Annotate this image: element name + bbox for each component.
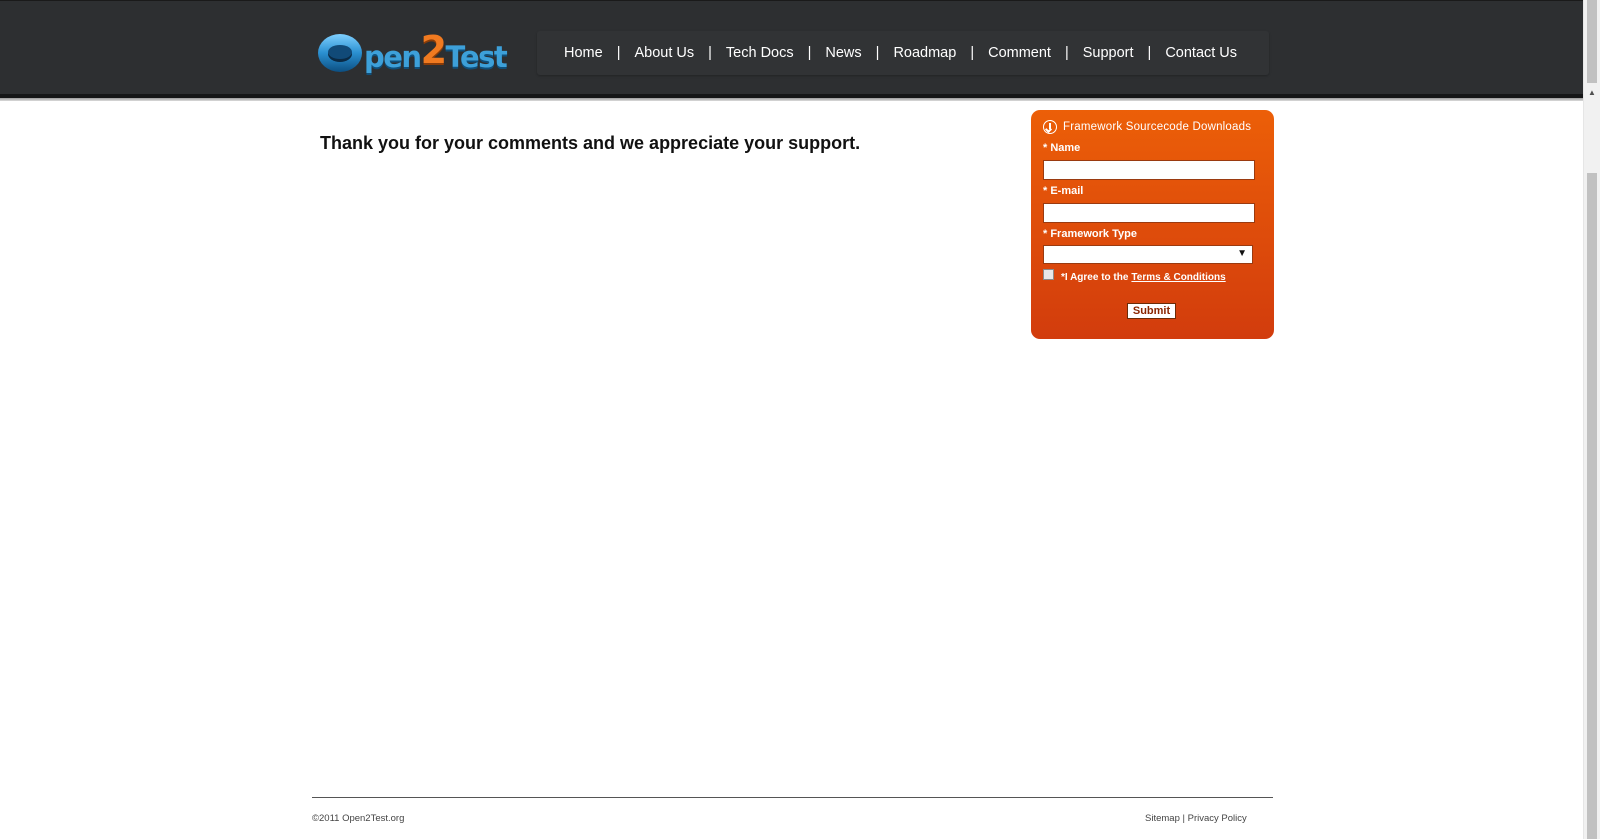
dropdown-arrow-icon: ▼	[1237, 248, 1247, 259]
nav-separator: |	[616, 45, 621, 61]
agree-checkbox[interactable]	[1043, 269, 1054, 280]
logo-ring-icon	[318, 34, 362, 72]
main-navigation: Home | About Us | Tech Docs | News | Roa…	[537, 31, 1269, 75]
download-form-title: Framework Sourcecode Downloads	[1063, 121, 1252, 133]
nav-home[interactable]: Home	[564, 45, 603, 61]
thank-you-message: Thank you for your comments and we appre…	[320, 133, 861, 153]
header-divider-shade	[0, 98, 1583, 101]
nav-separator: |	[708, 45, 712, 61]
nav-news[interactable]: News	[825, 45, 861, 61]
nav-separator: |	[970, 45, 975, 61]
download-form-header: Framework Sourcecode Downloads	[1043, 120, 1251, 134]
footer-links: Sitemap | Privacy Policy	[1145, 813, 1247, 824]
open2test-logo[interactable]: pen2Test	[316, 28, 508, 76]
vertical-scrollbar[interactable]: ▲	[1583, 0, 1600, 839]
nav-contact-us[interactable]: Contact Us	[1165, 45, 1237, 61]
submit-button[interactable]: Submit	[1127, 303, 1176, 319]
framework-type-label: * Framework Type	[1043, 228, 1137, 240]
footer-privacy-link[interactable]: Privacy Policy	[1188, 813, 1247, 824]
name-field[interactable]	[1043, 160, 1255, 180]
download-icon	[1043, 120, 1057, 134]
nav-support[interactable]: Support	[1083, 45, 1134, 61]
footer-sitemap-link[interactable]: Sitemap	[1145, 813, 1180, 824]
nav-comment[interactable]: Comment	[988, 45, 1051, 61]
footer-separator: |	[1182, 813, 1185, 824]
agree-text: *I Agree to the	[1061, 272, 1129, 283]
nav-separator: |	[875, 45, 880, 61]
page: pen2Test Home | About Us | Tech Docs | N…	[0, 0, 1583, 839]
scroll-up-arrow-icon[interactable]: ▲	[1584, 84, 1600, 101]
download-form-panel: Framework Sourcecode Downloads * Name * …	[1031, 110, 1274, 339]
nav-separator: |	[807, 45, 812, 61]
framework-type-select[interactable]: ▼	[1043, 245, 1253, 264]
email-field[interactable]	[1043, 203, 1255, 223]
scrollbar-track-top	[1587, 0, 1597, 83]
nav-separator: |	[1064, 45, 1069, 61]
agree-terms-row: *I Agree to the Terms & Conditions	[1043, 269, 1226, 283]
nav-about-us[interactable]: About Us	[634, 45, 694, 61]
logo-wordmark: pen2Test	[364, 28, 508, 74]
nav-separator: |	[1147, 45, 1152, 61]
name-label: * Name	[1043, 142, 1081, 154]
scrollbar-thumb[interactable]	[1587, 173, 1597, 839]
footer-copyright: ©2011 Open2Test.org	[312, 813, 405, 824]
nav-tech-docs[interactable]: Tech Docs	[726, 45, 794, 61]
terms-conditions-link[interactable]: Terms & Conditions	[1131, 272, 1225, 283]
footer-divider	[312, 797, 1273, 798]
nav-roadmap[interactable]: Roadmap	[893, 45, 956, 61]
email-label: * E-mail	[1043, 185, 1084, 197]
site-header: pen2Test Home | About Us | Tech Docs | N…	[0, 0, 1583, 94]
